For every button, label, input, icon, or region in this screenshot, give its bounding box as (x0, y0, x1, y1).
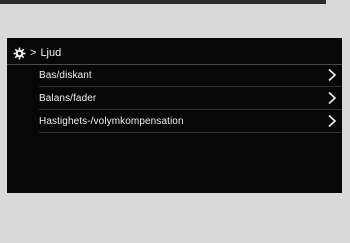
audio-settings-screen: > Ljud Bas/diskant Balans/fader Hastighe… (7, 38, 342, 193)
menu-item-hastighets-volymkompensation[interactable]: Hastighets-/volymkompensation (39, 110, 342, 132)
menu-item-balans-fader[interactable]: Balans/fader (39, 87, 342, 109)
menu-item-label: Bas/diskant (39, 69, 92, 81)
breadcrumb-separator: > (30, 47, 37, 59)
menu-item-label: Hastighets-/volymkompensation (39, 115, 184, 127)
gear-icon[interactable] (13, 47, 26, 60)
menu-item-label: Balans/fader (39, 92, 97, 104)
menu-item-bas-diskant[interactable]: Bas/diskant (39, 64, 342, 86)
chevron-right-icon (328, 68, 337, 82)
row-divider (39, 132, 342, 133)
page-title: Ljud (40, 47, 62, 59)
chevron-right-icon (328, 114, 337, 128)
chevron-right-icon (328, 91, 337, 105)
top-bar (0, 0, 326, 4)
breadcrumb: > Ljud (13, 45, 61, 61)
